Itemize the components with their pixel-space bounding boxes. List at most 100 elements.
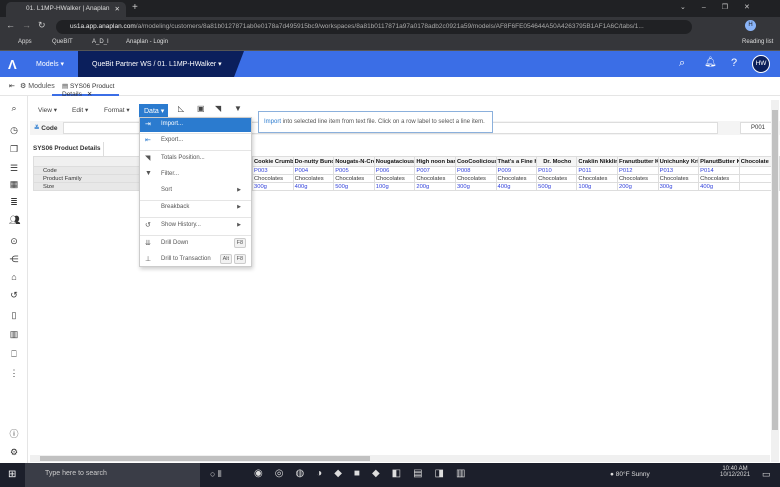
taskview-icon[interactable]: ○ ⫴: [210, 469, 222, 480]
profile-avatar[interactable]: H: [745, 20, 756, 31]
reading-list[interactable]: Reading list: [742, 39, 773, 45]
cell-size[interactable]: 400g: [495, 182, 538, 191]
code-dimension[interactable]: ≚ Code: [34, 124, 58, 132]
cell-code[interactable]: P006: [373, 166, 416, 175]
view-menu[interactable]: View ▾: [38, 106, 57, 114]
cell-size[interactable]: 100g: [576, 182, 618, 191]
browser-tab[interactable]: 01. L1MP-HWalker | Anaplan ✕: [6, 2, 126, 17]
format-menu[interactable]: Format ▾: [104, 106, 130, 114]
cell-code[interactable]: P010: [536, 166, 578, 175]
cell-size[interactable]: 100g: [373, 182, 416, 191]
workflow-icon[interactable]: ⋮: [9, 368, 19, 378]
menu-item-drill-to-transaction[interactable]: ⊥ Drill to Transaction Alt F8: [140, 253, 251, 267]
back-icon[interactable]: ←: [6, 20, 15, 30]
cell-size[interactable]: 400g: [292, 182, 335, 191]
user-avatar[interactable]: HW: [752, 55, 770, 73]
weather[interactable]: ● 80°F Sunny: [610, 471, 650, 478]
close-tab-icon[interactable]: ✕: [115, 5, 120, 13]
column-header[interactable]: Dr. Mocho: [536, 156, 578, 167]
cell-code[interactable]: P003: [252, 166, 294, 175]
cell-code[interactable]: P014: [698, 166, 740, 175]
tag-icon[interactable]: ⌂: [9, 272, 19, 282]
cell-size[interactable]: 200g: [616, 182, 659, 191]
play-icon[interactable]: ⊙: [9, 236, 19, 246]
modules-tab[interactable]: ⚙ Modules: [20, 82, 55, 90]
settings-icon[interactable]: ⚙: [9, 447, 19, 457]
cell-family[interactable]: Chocolates: [373, 174, 416, 183]
cell-family[interactable]: Chocolates: [657, 174, 700, 183]
cell-code[interactable]: P012: [616, 166, 659, 175]
database-icon[interactable]: ▯: [9, 310, 19, 320]
column-header[interactable]: Nougats-N-Cre: [333, 156, 375, 167]
column-header[interactable]: Franutbutter K: [616, 156, 659, 167]
cell-code[interactable]: P009: [495, 166, 538, 175]
cell-size[interactable]: 200g: [414, 182, 456, 191]
url-input[interactable]: us1a.app.anaplan.com/a/modeling/customer…: [56, 20, 692, 34]
clock-icon[interactable]: ◷: [9, 125, 19, 135]
new-tab-icon[interactable]: +: [132, 2, 138, 13]
notifications-icon[interactable]: ▭: [762, 469, 771, 480]
column-header[interactable]: Cookie Crumb: [252, 156, 294, 167]
copy-icon[interactable]: ❐: [9, 144, 19, 154]
cell-code[interactable]: P007: [414, 166, 456, 175]
history-icon[interactable]: ↺: [9, 290, 19, 300]
cell-family[interactable]: Chocolates: [292, 174, 335, 183]
search-icon[interactable]: ⌕: [679, 57, 685, 70]
cell-size[interactable]: 300g: [657, 182, 700, 191]
window-controls[interactable]: ⌄–❐✕: [680, 3, 766, 11]
reload-icon[interactable]: ↻: [38, 20, 46, 31]
column-header[interactable]: High noon bar: [414, 156, 456, 167]
menu-item-sort[interactable]: Sort ▶: [140, 184, 251, 198]
calendar-icon[interactable]: ▦: [9, 179, 19, 189]
cell-family[interactable]: Chocolates: [616, 174, 659, 183]
cell-family[interactable]: Chocolates: [698, 174, 740, 183]
column-header[interactable]: Craklin Nikklin: [576, 156, 618, 167]
workspace-selector[interactable]: QueBit Partner WS / 01. L1MP-HWalker ▾: [78, 51, 244, 77]
search-icon[interactable]: ⌕: [9, 103, 19, 113]
bookmark-quebit[interactable]: QueBIT: [52, 39, 73, 45]
cell-code[interactable]: P004: [292, 166, 335, 175]
cell-code[interactable]: P011: [576, 166, 618, 175]
cell-size[interactable]: 300g: [252, 182, 294, 191]
column-header[interactable]: CooCoolicious: [454, 156, 497, 167]
column-header[interactable]: PlanutButter K: [698, 156, 740, 167]
menu-item-filter[interactable]: ▼ Filter...: [140, 168, 251, 182]
windows-start-icon[interactable]: ⊞: [8, 469, 16, 480]
cell-size[interactable]: 500g: [333, 182, 375, 191]
taskbar-search[interactable]: Type here to search: [25, 463, 200, 487]
cell-code[interactable]: P005: [333, 166, 375, 175]
bell-icon[interactable]: 🔔︎: [704, 57, 717, 68]
menu-item-totals-position[interactable]: ◥ Totals Position...: [140, 152, 251, 166]
cell-code[interactable]: P013: [657, 166, 700, 175]
edit-menu[interactable]: Edit ▾: [72, 106, 88, 114]
cell-code[interactable]: P008: [454, 166, 497, 175]
column-header[interactable]: Nougatacious: [373, 156, 416, 167]
list-detail-icon[interactable]: ≣: [9, 197, 19, 207]
cell-size[interactable]: 400g: [698, 182, 740, 191]
cell-family[interactable]: Chocolates: [333, 174, 375, 183]
menu-item-import[interactable]: ⇥ Import...: [140, 118, 251, 132]
column-header[interactable]: Unichunky Kri: [657, 156, 700, 167]
dashboard-icon[interactable]: ▥: [9, 329, 19, 339]
info-icon[interactable]: ⓘ: [9, 429, 19, 439]
list-icon[interactable]: ☰: [9, 163, 19, 173]
bookmark-anaplan-login[interactable]: Anaplan - Login: [126, 39, 168, 45]
cell-family[interactable]: Chocolates: [414, 174, 456, 183]
close-icon[interactable]: ✕: [87, 91, 92, 98]
cell-size[interactable]: 500g: [536, 182, 578, 191]
panel-toggle-icon[interactable]: ⇤: [9, 82, 15, 90]
bookmark-adi[interactable]: A_D_I: [92, 39, 109, 45]
vertical-scrollbar[interactable]: [771, 100, 779, 462]
menu-item-drill-down[interactable]: ⇊ Drill Down F8: [140, 237, 251, 251]
horizontal-scrollbar[interactable]: [30, 455, 770, 462]
cell-size[interactable]: 300g: [454, 182, 497, 191]
pivot-icon[interactable]: ◺: [178, 104, 184, 113]
users-icon[interactable]: 👥︎: [9, 215, 20, 225]
column-header[interactable]: That's a Fine H: [495, 156, 538, 167]
frame-icon[interactable]: ▣: [197, 104, 205, 113]
cell-family[interactable]: Chocolates: [576, 174, 618, 183]
cell-family[interactable]: Chocolates: [252, 174, 294, 183]
forward-icon[interactable]: →: [22, 20, 31, 30]
network-icon[interactable]: ⋲: [9, 254, 19, 264]
tab-sys06-product-details[interactable]: ▤ SYS06 Product Details ✕: [52, 77, 119, 98]
